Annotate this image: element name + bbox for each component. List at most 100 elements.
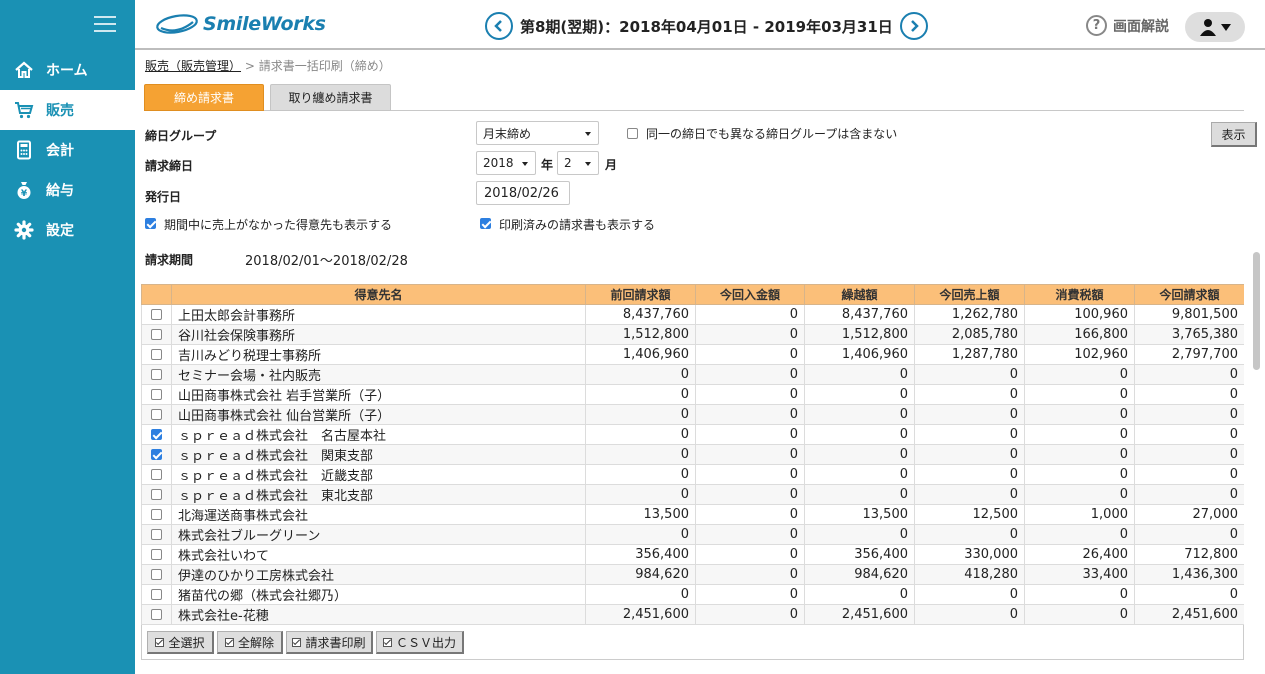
row-checkbox[interactable] [151, 549, 162, 560]
table-row[interactable]: 吉川みどり税理士事務所 1,406,960 0 1,406,960 1,287,780 1… [141, 344, 1244, 365]
sidebar-item-label: 給与 [46, 183, 74, 199]
table-row[interactable]: ｓｐｒｅａｄ株式会社 近畿支部 0 0 0 0 0 0 [141, 464, 1244, 485]
row-checkbox[interactable] [151, 469, 162, 480]
row-checkbox-cell [141, 444, 172, 465]
table-row[interactable]: 株式会社ブルーグリーン 0 0 0 0 0 0 [141, 524, 1244, 545]
closing-group-select[interactable]: 月末締め [476, 121, 599, 145]
logo[interactable]: SmileWorks [155, 13, 326, 35]
header-tax[interactable]: 消費税額 [1024, 284, 1135, 305]
table-scrollbar[interactable] [1251, 250, 1262, 625]
previous-amount-cell: 0 [585, 384, 696, 405]
next-period-button[interactable] [899, 12, 928, 40]
sidebar-item-accounting[interactable]: 会計 [0, 130, 135, 170]
table-row[interactable]: 山田商事株式会社 仙台営業所（子） 0 0 0 0 0 0 [141, 404, 1244, 425]
row-checkbox[interactable] [151, 309, 162, 320]
table-row[interactable]: ｓｐｒｅａｄ株式会社 名古屋本社 0 0 0 0 0 0 [141, 424, 1244, 445]
table-row[interactable]: 山田商事株式会社 岩手営業所（子） 0 0 0 0 0 0 [141, 384, 1244, 405]
invoice-amount-cell: 1,436,300 [1134, 564, 1244, 585]
show-no-sales-checkbox[interactable] [145, 218, 156, 229]
sidebar-item-payroll[interactable]: ¥ 給与 [0, 170, 135, 210]
header: SmileWorks 第8期(翌期)：2018年04月01日 - 2019年03… [135, 0, 1265, 50]
table-row[interactable]: 谷川社会保険事務所 1,512,800 0 1,512,800 2,085,780 166… [141, 324, 1244, 345]
row-checkbox[interactable] [151, 429, 162, 440]
invoice-amount-cell: 0 [1134, 584, 1244, 605]
tax-cell: 100,960 [1024, 304, 1135, 325]
header-customer[interactable]: 得意先名 [171, 284, 586, 305]
header-previous-amount[interactable]: 前回請求額 [585, 284, 696, 305]
header-payment[interactable]: 今回入金額 [695, 284, 805, 305]
row-checkbox-cell [141, 564, 172, 585]
sidebar: ホーム 販売 会計 ¥ 給与 設定 [0, 0, 135, 674]
table-row[interactable]: セミナー会場・社内販売 0 0 0 0 0 0 [141, 364, 1244, 385]
sidebar-item-sales[interactable]: 販売 [0, 90, 135, 130]
row-checkbox[interactable] [151, 369, 162, 380]
payment-cell: 0 [695, 564, 805, 585]
caret-down-icon [585, 132, 591, 136]
customer-name-cell: 株式会社いわて [171, 544, 586, 565]
row-checkbox[interactable] [151, 329, 162, 340]
month-select[interactable]: 2 [557, 151, 599, 175]
table-row[interactable]: ｓｐｒｅａｄ株式会社 東北支部 0 0 0 0 0 0 [141, 484, 1244, 505]
carryover-cell: 0 [804, 524, 915, 545]
help-link[interactable]: ? 画面解説 [1086, 15, 1169, 36]
previous-period-button[interactable] [485, 12, 513, 40]
table-row[interactable]: 株式会社e-花穂 2,451,600 0 2,451,600 0 0 2,451,600 [141, 604, 1244, 625]
carryover-cell: 0 [804, 584, 915, 605]
sales-cell: 0 [914, 484, 1025, 505]
sidebar-item-settings[interactable]: 設定 [0, 210, 135, 250]
row-checkbox[interactable] [151, 509, 162, 520]
table-row[interactable]: 伊達のひかり工房株式会社 984,620 0 984,620 418,280 33,400… [141, 564, 1244, 585]
checkbox-icon [224, 637, 234, 647]
deselect-all-button[interactable]: 全解除 [217, 631, 283, 654]
tab-summary-invoice[interactable]: 取り纏め請求書 [270, 84, 391, 111]
row-checkbox[interactable] [151, 349, 162, 360]
user-menu-button[interactable] [1185, 12, 1245, 42]
row-checkbox[interactable] [151, 589, 162, 600]
header-invoice-amount[interactable]: 今回請求額 [1134, 284, 1244, 305]
breadcrumb-link-sales[interactable]: 販売（販売管理） [145, 59, 241, 73]
payment-cell: 0 [695, 524, 805, 545]
row-checkbox-cell [141, 364, 172, 385]
tab-closing-invoice[interactable]: 締め請求書 [144, 84, 264, 111]
carryover-cell: 1,512,800 [804, 324, 915, 345]
sales-cell: 0 [914, 404, 1025, 425]
table-row[interactable]: ｓｐｒｅａｄ株式会社 関東支部 0 0 0 0 0 0 [141, 444, 1244, 465]
issue-date-input[interactable]: 2018/02/26 [476, 181, 570, 205]
table-row[interactable]: 猪苗代の郷（株式会社郷乃） 0 0 0 0 0 0 [141, 584, 1244, 605]
tax-cell: 102,960 [1024, 344, 1135, 365]
row-checkbox[interactable] [151, 609, 162, 620]
hamburger-menu-icon[interactable] [94, 16, 116, 34]
invoice-amount-cell: 0 [1134, 424, 1244, 445]
table-row[interactable]: 北海運送商事株式会社 13,500 0 13,500 12,500 1,000 27,000 [141, 504, 1244, 525]
breadcrumb: 販売（販売管理） > 請求書一括印刷（締め） [145, 57, 391, 74]
sales-cell: 0 [914, 364, 1025, 385]
row-checkbox[interactable] [151, 409, 162, 420]
row-checkbox-cell [141, 384, 172, 405]
csv-export-button[interactable]: ＣＳＶ出力 [376, 631, 464, 654]
year-select[interactable]: 2018 [476, 151, 536, 175]
select-all-button[interactable]: 全選択 [147, 631, 214, 654]
header-carryover[interactable]: 繰越額 [804, 284, 915, 305]
invoice-amount-cell: 0 [1134, 404, 1244, 425]
row-checkbox-cell [141, 304, 172, 325]
scrollbar-thumb[interactable] [1253, 252, 1260, 370]
payment-cell: 0 [695, 464, 805, 485]
year-value: 2018 [483, 156, 514, 170]
payment-cell: 0 [695, 444, 805, 465]
show-button[interactable]: 表示 [1211, 122, 1257, 147]
row-checkbox-cell [141, 504, 172, 525]
row-checkbox[interactable] [151, 569, 162, 580]
table-row[interactable]: 株式会社いわて 356,400 0 356,400 330,000 26,400 712,8… [141, 544, 1244, 565]
exclude-group-checkbox[interactable] [627, 128, 638, 139]
header-sales[interactable]: 今回売上額 [914, 284, 1025, 305]
table-row[interactable]: 上田太郎会計事務所 8,437,760 0 8,437,760 1,262,780 100… [141, 304, 1244, 325]
print-invoice-button[interactable]: 請求書印刷 [286, 631, 373, 654]
row-checkbox[interactable] [151, 389, 162, 400]
row-checkbox[interactable] [151, 529, 162, 540]
invoice-amount-cell: 0 [1134, 484, 1244, 505]
row-checkbox[interactable] [151, 449, 162, 460]
customer-name-cell: 上田太郎会計事務所 [171, 304, 586, 325]
sidebar-item-home[interactable]: ホーム [0, 50, 135, 90]
show-printed-checkbox[interactable] [480, 218, 491, 229]
row-checkbox[interactable] [151, 489, 162, 500]
